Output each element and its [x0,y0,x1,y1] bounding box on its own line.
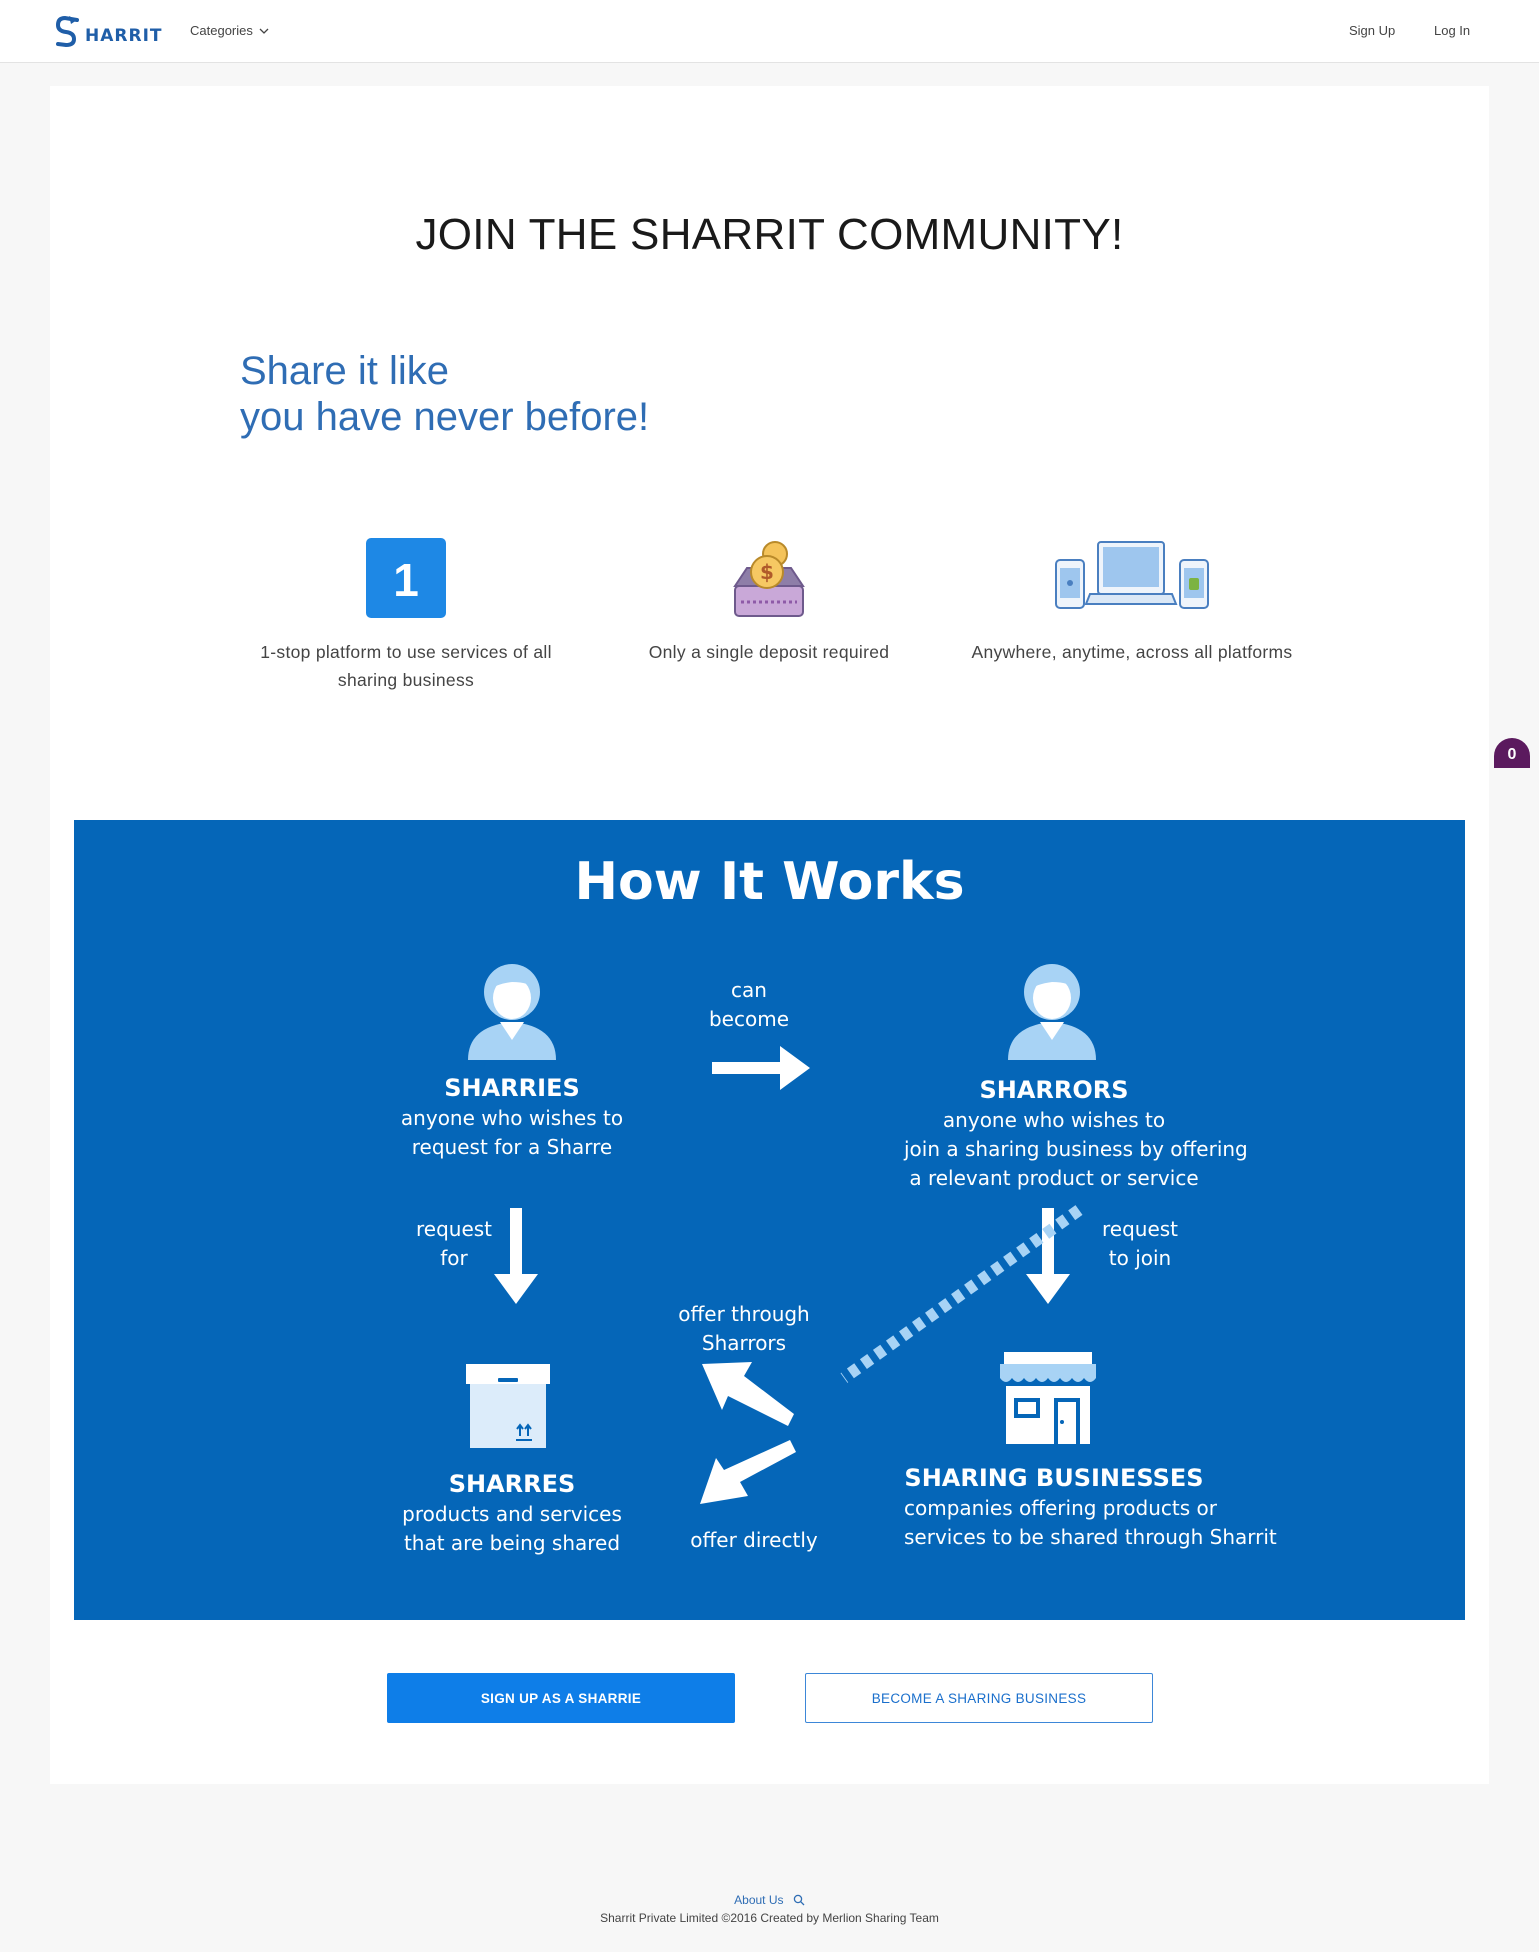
sharres-desc-1: products and services [402,1502,622,1526]
feature-text: 1-stop platform to use services of all s… [260,642,552,690]
footer-links: About Us [0,1893,1539,1907]
feature-text: Only a single deposit required [648,642,890,662]
arrow-down-left-icon [700,1440,796,1504]
sharing-businesses-desc-1: companies offering products or [904,1496,1217,1520]
signup-sharrie-button[interactable]: SIGN UP AS A SHARRIE [387,1673,735,1723]
page-title: JOIN THE SHARRIT COMMUNITY! [415,210,1124,259]
footer-copyright: Sharrit Private Limited ©2016 Created by… [600,1911,939,1925]
arrow-down-icon [494,1208,538,1304]
request-to-join-label-1: request [1101,1217,1179,1241]
offer-through-label-1: offer through [678,1302,810,1326]
become-business-button[interactable]: BECOME A SHARING BUSINESS [805,1673,1153,1723]
sharres-desc-2: that are being shared [403,1531,621,1555]
feature-deposit: $ Only a single deposit required [604,538,934,666]
package-box-icon [466,1364,550,1448]
sharrors-title: SHARRORS [979,1076,1129,1104]
tagline: Share it like you have never before! [240,348,649,440]
feature-one-stop: 1 1-stop platform to use services of all… [241,538,571,694]
tagline-line-1: Share it like [240,349,449,393]
can-become-label-1: can [731,978,767,1002]
categories-dropdown[interactable]: Categories [190,23,269,38]
feature-platforms: Anywhere, anytime, across all platforms [967,538,1297,666]
how-it-works-infographic: How It Works SHARRIES anyone who wishes … [74,820,1465,1620]
sharing-businesses-desc-2: services to be shared through Sharrit [904,1525,1277,1549]
about-us-link[interactable]: About Us [734,1893,783,1907]
infographic-title: How It Works [574,852,965,912]
logo-s-icon [55,15,79,48]
storefront-icon [1000,1352,1096,1444]
signup-link[interactable]: Sign Up [1349,23,1395,38]
request-to-join-label-2: to join [1108,1246,1172,1270]
search-icon[interactable] [793,1894,805,1906]
sharrors-desc-1: anyone who wishes to [942,1108,1166,1132]
sharing-businesses-title: SHARING BUSINESSES [904,1464,1204,1492]
sharrors-person-icon [1008,964,1096,1060]
svg-text:$: $ [760,560,774,584]
deposit-coin-icon: $ [733,541,805,617]
sharres-title: SHARRES [448,1470,576,1498]
categories-label: Categories [190,23,253,38]
arrow-up-left-icon [702,1362,794,1426]
main-card: JOIN THE SHARRIT COMMUNITY! Share it lik… [50,86,1489,1784]
sharries-title: SHARRIES [444,1074,580,1102]
chevron-down-icon [259,28,269,34]
multi-device-icon [1055,541,1209,609]
number-one-icon: 1 [366,538,446,618]
sharries-desc-2: request for a Sharre [411,1135,613,1159]
tagline-line-2: you have never before! [240,395,650,439]
sharries-desc-1: anyone who wishes to [400,1106,624,1130]
top-navbar: HARRIT Categories Sign Up Log In [0,0,1539,63]
count-badge[interactable]: 0 [1494,738,1530,768]
feature-text: Anywhere, anytime, across all platforms [971,642,1293,662]
arrow-right-icon [712,1046,810,1090]
can-become-label-2: become [708,1007,790,1031]
sharries-person-icon [468,964,556,1060]
login-link[interactable]: Log In [1434,23,1470,38]
sharrors-desc-3: a relevant product or service [909,1166,1199,1190]
sharrit-logo[interactable]: HARRIT [55,14,162,50]
sharrors-desc-2: join a sharing business by offering [904,1137,1248,1161]
logo-text: HARRIT [85,26,163,46]
offer-directly-label: offer directly [690,1528,818,1552]
number-one-text: 1 [393,554,419,606]
